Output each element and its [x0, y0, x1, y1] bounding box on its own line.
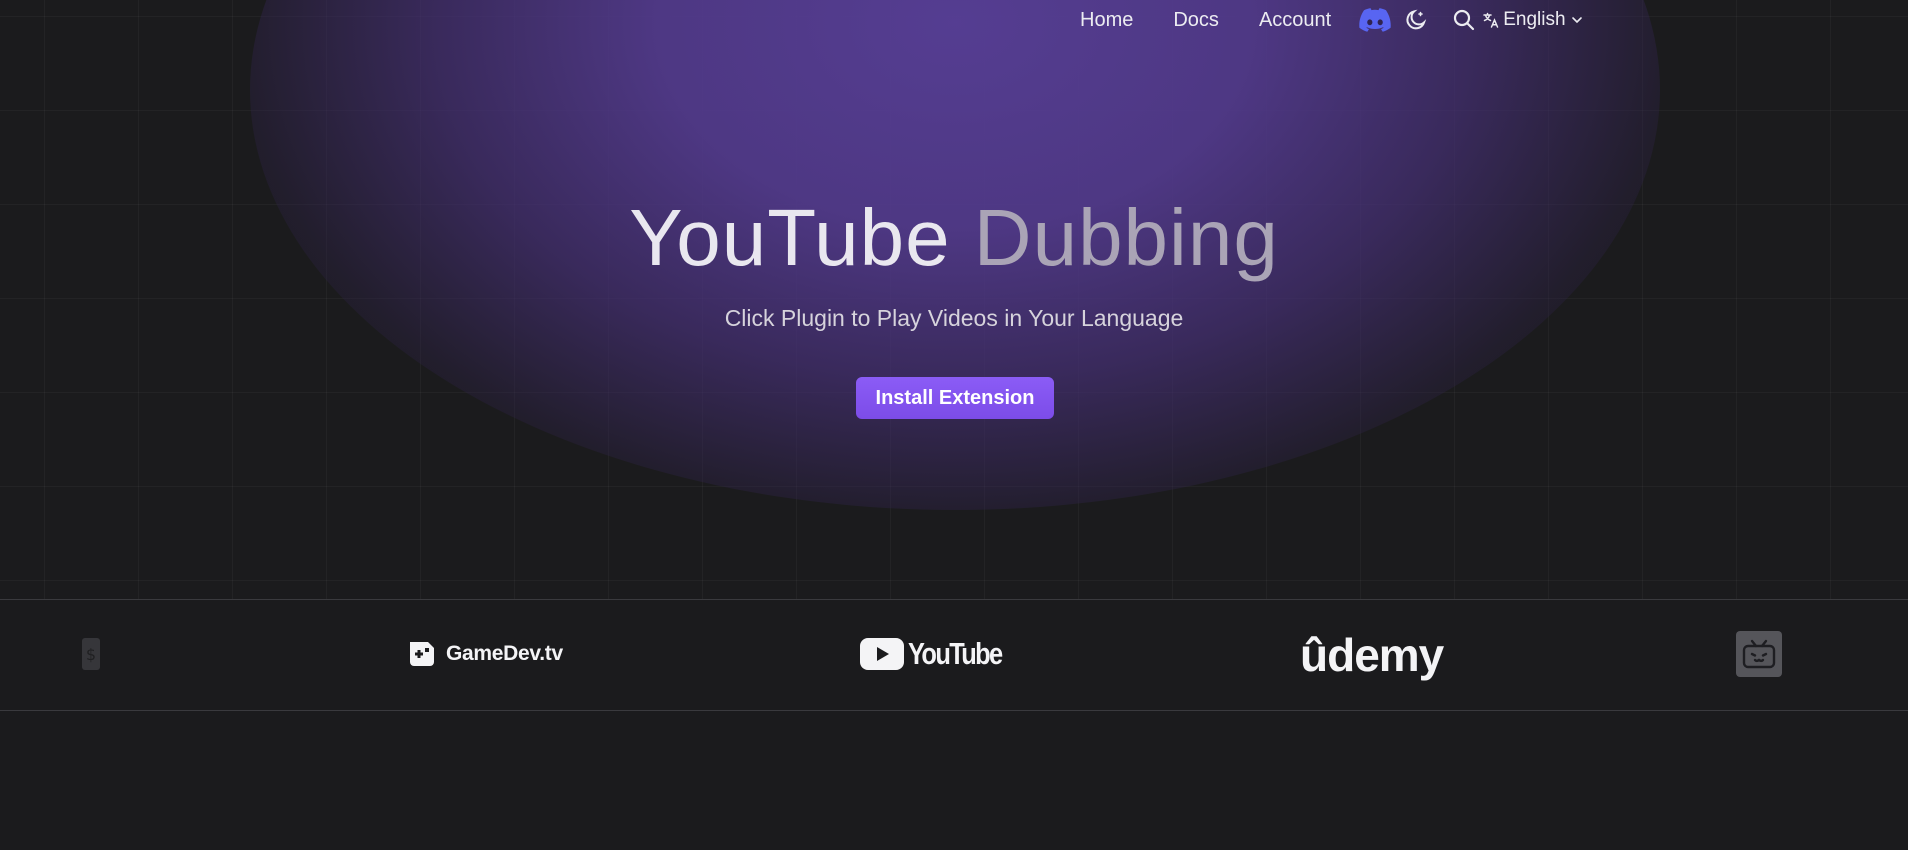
- hero-section: Home Docs Account English YouTube Dubbin…: [0, 0, 1908, 600]
- nav-account-link[interactable]: Account: [1259, 9, 1331, 32]
- nav-home-link[interactable]: Home: [1080, 9, 1133, 32]
- gamedev-logo-text: GameDev.tv: [446, 642, 563, 665]
- language-selector[interactable]: English: [1483, 9, 1583, 31]
- youtube-play-icon: [860, 638, 904, 670]
- svg-text:$: $: [86, 645, 96, 664]
- moon-icon[interactable]: [1403, 7, 1429, 33]
- youtube-logo: YouTube: [860, 636, 1022, 672]
- youtube-logo-text: YouTube: [908, 636, 1003, 671]
- udemy-logo-text: ûdemy: [1300, 629, 1444, 681]
- hero-title-secondary: Dubbing: [973, 193, 1279, 282]
- hero-title: YouTube Dubbing: [0, 193, 1908, 283]
- install-extension-button[interactable]: Install Extension: [856, 377, 1054, 419]
- udemy-logo: ûdemy: [1300, 628, 1444, 682]
- discord-icon[interactable]: [1359, 7, 1391, 33]
- gamedev-logo: GameDev.tv: [406, 638, 563, 670]
- partner-logos-strip: $ GameDev.tv YouTube ûdemy: [0, 599, 1908, 711]
- partner-logo-faded: $: [78, 630, 104, 678]
- chevron-down-icon: [1571, 17, 1582, 24]
- top-nav: Home Docs Account English: [1080, 0, 1584, 40]
- hero-title-primary: YouTube: [629, 193, 951, 282]
- hero-subtitle: Click Plugin to Play Videos in Your Lang…: [724, 305, 1184, 331]
- translate-icon: [1483, 12, 1499, 28]
- language-label: English: [1503, 9, 1566, 30]
- gamedev-logo-icon: [410, 642, 434, 666]
- search-icon[interactable]: [1451, 7, 1477, 33]
- faded-logo-icon: $: [82, 638, 100, 670]
- bilibili-logo: [1736, 631, 1782, 677]
- nav-docs-link[interactable]: Docs: [1173, 9, 1219, 32]
- bilibili-tv-icon: [1742, 639, 1776, 669]
